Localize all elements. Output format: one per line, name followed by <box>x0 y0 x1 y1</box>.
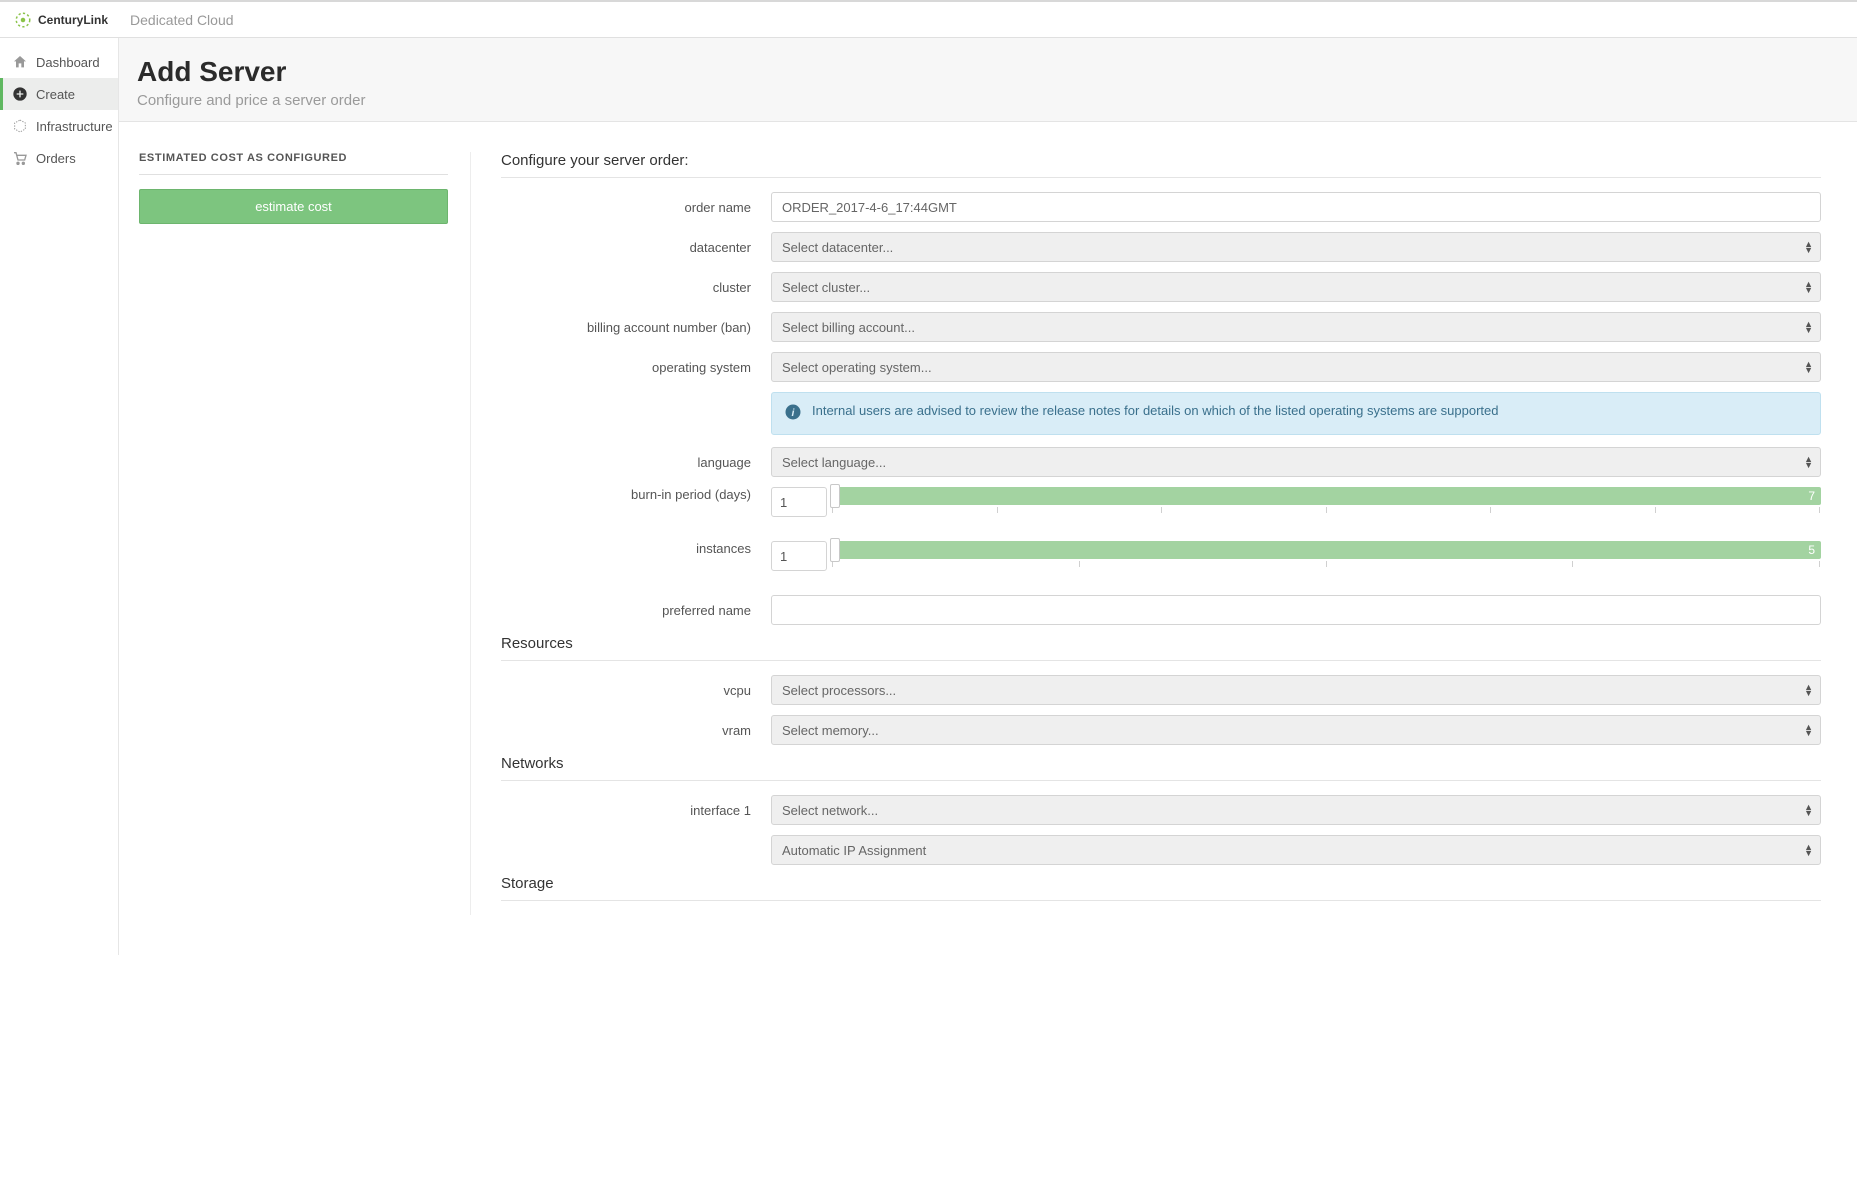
vcpu-label: vcpu <box>501 683 771 698</box>
section-resources-title: Resources <box>501 635 1821 652</box>
divider <box>501 780 1821 781</box>
burn-in-input[interactable] <box>771 487 827 517</box>
sidebar: Dashboard Create Infrastructure Orders <box>0 38 119 955</box>
sidebar-item-infrastructure[interactable]: Infrastructure <box>0 110 118 142</box>
section-storage-title: Storage <box>501 875 1821 892</box>
interface1-label: interface 1 <box>501 803 771 818</box>
os-info-callout: i Internal users are advised to review t… <box>771 392 1821 435</box>
cluster-select[interactable]: Select cluster... <box>771 272 1821 302</box>
form-panel: Configure your server order: order name … <box>501 152 1821 915</box>
slider-max-label: 5 <box>1808 541 1815 559</box>
page-subtitle: Configure and price a server order <box>137 92 1857 109</box>
cost-heading: ESTIMATED COST AS CONFIGURED <box>139 152 448 175</box>
top-bar: CenturyLink Dedicated Cloud <box>0 0 1857 38</box>
preferred-name-label: preferred name <box>501 603 771 618</box>
cluster-label: cluster <box>501 280 771 295</box>
order-name-label: order name <box>501 200 771 215</box>
app-name: Dedicated Cloud <box>130 12 234 28</box>
divider <box>501 900 1821 901</box>
os-select[interactable]: Select operating system... <box>771 352 1821 382</box>
brand-name: CenturyLink <box>38 13 108 27</box>
cost-panel: ESTIMATED COST AS CONFIGURED estimate co… <box>131 152 471 915</box>
sidebar-item-label: Create <box>36 87 75 102</box>
divider <box>501 177 1821 178</box>
ban-select[interactable]: Select billing account... <box>771 312 1821 342</box>
burn-in-slider[interactable]: 7 <box>831 487 1821 513</box>
preferred-name-input[interactable] <box>771 595 1821 625</box>
section-configure-title: Configure your server order: <box>501 152 1821 169</box>
instances-label: instances <box>501 541 771 556</box>
ip-assign-select[interactable]: Automatic IP Assignment <box>771 835 1821 865</box>
slider-ticks <box>831 507 1821 513</box>
interface1-select[interactable]: Select network... <box>771 795 1821 825</box>
os-info-text: Internal users are advised to review the… <box>812 403 1499 424</box>
burn-in-label: burn-in period (days) <box>501 487 771 502</box>
vram-label: vram <box>501 723 771 738</box>
instances-input[interactable] <box>771 541 827 571</box>
plus-circle-icon <box>12 86 28 102</box>
brand: CenturyLink <box>14 11 108 29</box>
datacenter-select[interactable]: Select datacenter... <box>771 232 1821 262</box>
vcpu-select[interactable]: Select processors... <box>771 675 1821 705</box>
centurylink-logo-icon <box>14 11 32 29</box>
os-label: operating system <box>501 360 771 375</box>
sidebar-item-label: Dashboard <box>36 55 100 70</box>
sidebar-item-orders[interactable]: Orders <box>0 142 118 174</box>
vram-select[interactable]: Select memory... <box>771 715 1821 745</box>
language-label: language <box>501 455 771 470</box>
divider <box>501 660 1821 661</box>
slider-max-label: 7 <box>1808 487 1815 505</box>
language-select[interactable]: Select language... <box>771 447 1821 477</box>
page-header: Add Server Configure and price a server … <box>119 38 1857 122</box>
sidebar-item-create[interactable]: Create <box>0 78 118 110</box>
page-title: Add Server <box>137 56 1857 88</box>
sidebar-item-label: Infrastructure <box>36 119 113 134</box>
slider-handle[interactable] <box>830 484 840 508</box>
info-icon: i <box>784 403 802 424</box>
home-icon <box>12 54 28 70</box>
sidebar-item-dashboard[interactable]: Dashboard <box>0 46 118 78</box>
datacenter-label: datacenter <box>501 240 771 255</box>
slider-handle[interactable] <box>830 538 840 562</box>
cart-icon <box>12 150 28 166</box>
sidebar-item-label: Orders <box>36 151 76 166</box>
instances-slider[interactable]: 5 <box>831 541 1821 567</box>
estimate-cost-button[interactable]: estimate cost <box>139 189 448 224</box>
section-networks-title: Networks <box>501 755 1821 772</box>
cube-outline-icon <box>12 118 28 134</box>
order-name-input[interactable] <box>771 192 1821 222</box>
slider-ticks <box>831 561 1821 567</box>
ban-label: billing account number (ban) <box>501 320 771 335</box>
